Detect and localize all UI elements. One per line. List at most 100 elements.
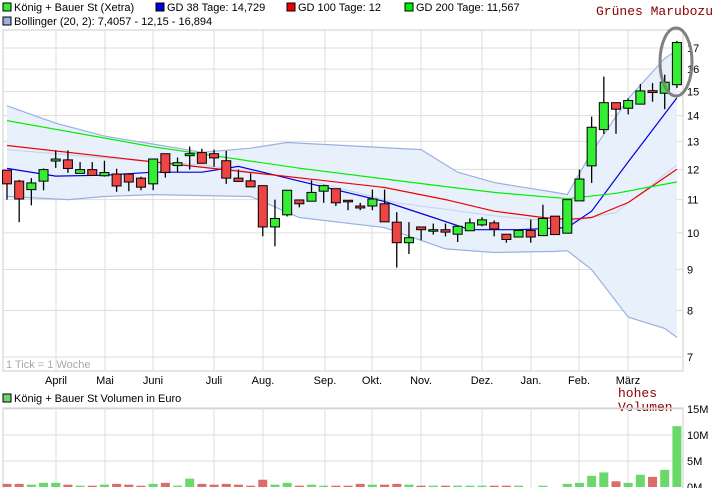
volume-bar: [51, 482, 61, 487]
candle-down: [330, 188, 341, 204]
x-tick-label: Sep.: [314, 375, 337, 387]
volume-bar: [124, 484, 134, 487]
volume-bar: [611, 481, 621, 487]
candle-up: [574, 178, 585, 202]
volume-bar: [99, 484, 109, 487]
volume-bar: [514, 485, 524, 487]
candle-up: [75, 169, 86, 174]
legend: König + Bauer St (Xetra) GD 38 Tage: 14,…: [2, 2, 520, 28]
candle-down: [416, 226, 427, 231]
candle-down: [209, 153, 220, 159]
volume-tick-label: 5M: [687, 456, 702, 468]
candle-up: [148, 158, 159, 185]
candle-up: [172, 162, 183, 167]
candle-up: [586, 126, 597, 167]
volume-bar: [635, 474, 645, 487]
candle-down: [14, 180, 25, 200]
candle-down: [123, 173, 134, 183]
volume-bar: [75, 485, 85, 487]
volume-bar: [270, 484, 280, 487]
volume-bar: [233, 484, 243, 487]
volume-bar: [148, 483, 158, 487]
time-axis: April Mai Juni Juli Aug. Sep. Okt. Nov. Dez. Jan.…: [45, 375, 640, 387]
volume-bar: [39, 482, 49, 487]
volume-bar: [574, 482, 584, 487]
volume-bar: [380, 484, 390, 487]
volume-bar: [367, 484, 377, 487]
legend-swatch-gd38: [155, 2, 165, 12]
volume-bar: [246, 485, 256, 487]
volume-bar: [428, 485, 438, 487]
legend-gd200: GD 200 Tage: 11,567: [416, 2, 520, 14]
candle-up: [452, 225, 463, 235]
candle-up: [671, 42, 682, 86]
candle-up: [635, 90, 646, 105]
volume-bar: [465, 485, 475, 487]
candle-down: [2, 169, 12, 185]
candle-up: [537, 217, 548, 237]
volume-bar: [331, 485, 341, 487]
volume-bar: [173, 485, 183, 487]
candle-down: [62, 159, 73, 169]
x-tick-label: Juli: [206, 375, 223, 387]
volume-bar: [63, 484, 73, 487]
stock-chart: König + Bauer St (Xetra) GD 38 Tage: 14,…: [2, 2, 713, 488]
x-tick-label: Okt.: [362, 375, 382, 387]
candle-down: [245, 180, 256, 188]
x-tick-label: Jan.: [521, 375, 542, 387]
volume-bar: [501, 485, 511, 487]
volume-bar: [343, 485, 353, 487]
legend-swatch-gd100: [286, 2, 296, 12]
volume-bar: [660, 469, 670, 487]
volume-bar: [197, 483, 207, 487]
volume-bar: [87, 485, 97, 487]
y-tick-label: 8: [687, 306, 693, 318]
candle-down: [196, 152, 207, 164]
legend-swatch-price: [2, 2, 12, 12]
volume-bar: [355, 483, 365, 487]
y-tick-label: 12: [687, 164, 699, 176]
x-tick-label: Juni: [143, 375, 163, 387]
candle-up: [50, 158, 61, 162]
y-tick-label: 7: [687, 352, 693, 364]
volume-bar: [440, 485, 450, 487]
volume-bar: [136, 485, 146, 487]
candle-up: [269, 217, 280, 228]
volume-bar: [392, 483, 402, 487]
y-tick-label: 13: [687, 136, 699, 148]
volume-tick-label: 15M: [687, 404, 708, 416]
volume-bar: [258, 479, 268, 487]
volume-bar: [489, 485, 499, 487]
candle-up: [598, 102, 609, 131]
pattern-annotation: Grünes Marubozu: [596, 4, 713, 19]
candle-down: [294, 199, 305, 205]
candle-down: [525, 229, 536, 238]
volume-bar: [648, 476, 658, 487]
candle-down: [111, 173, 122, 187]
price-axis: 7891011121314151617: [687, 43, 699, 364]
x-tick-label: Feb.: [568, 375, 590, 387]
candle-up: [184, 153, 195, 157]
candle-down: [87, 169, 98, 176]
candle-up: [562, 199, 573, 234]
candle-down: [160, 153, 171, 174]
candle-down: [611, 102, 621, 110]
candle-down: [355, 205, 366, 209]
x-tick-label: Dez.: [471, 375, 494, 387]
candle-up: [367, 198, 378, 207]
y-tick-label: 14: [687, 111, 699, 123]
volume-bar: [112, 483, 122, 487]
legend-bollinger: Bollinger (20, 2): 7,4057 - 12,15 - 16,8…: [14, 16, 212, 28]
candle-up: [477, 219, 488, 226]
x-tick-label: Aug.: [252, 375, 275, 387]
volume-bar: [587, 475, 597, 487]
candle-up: [282, 189, 293, 216]
candle-down: [440, 229, 451, 233]
volume-bar: [477, 485, 487, 487]
y-tick-label: 15: [687, 87, 699, 99]
legend-price: König + Bauer St (Xetra): [14, 2, 134, 14]
y-tick-label: 10: [687, 228, 699, 240]
volume-bar: [672, 426, 682, 487]
candle-up: [318, 185, 329, 192]
volume-bar: [416, 485, 426, 487]
